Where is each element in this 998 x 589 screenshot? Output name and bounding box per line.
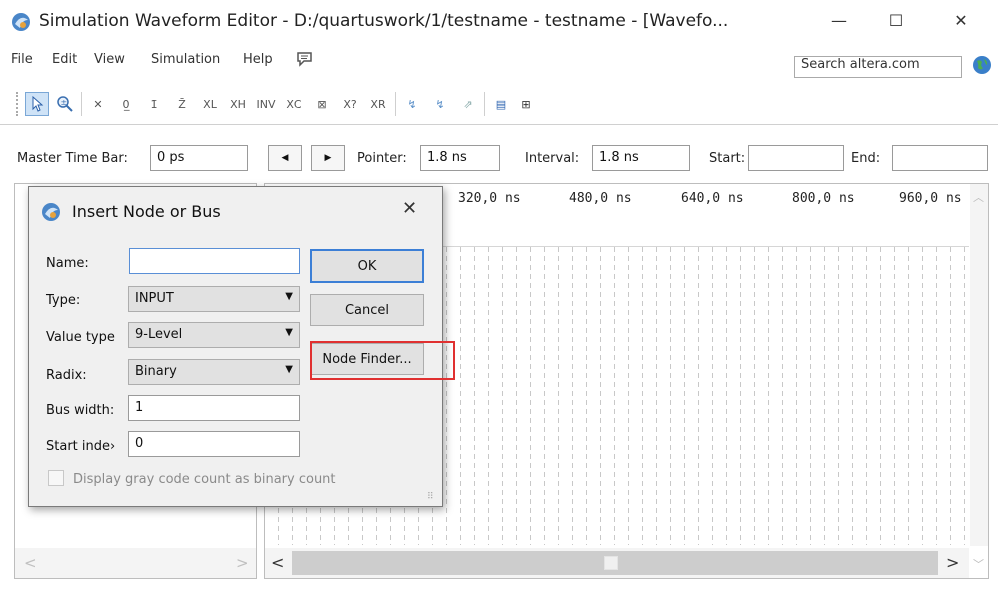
waveform-vscrollbar[interactable] <box>970 184 988 546</box>
high-impedance-icon[interactable]: Z̄ <box>170 92 194 116</box>
radix-select-value: Binary <box>135 364 177 379</box>
scroll-right-arrow-icon[interactable]: > <box>236 554 249 572</box>
chat-icon[interactable] <box>296 51 314 67</box>
pointer-field[interactable]: 1.8 ns <box>420 145 500 171</box>
menu-simulation[interactable]: Simulation <box>151 52 220 67</box>
window-title: Simulation Waveform Editor - D:/quartusw… <box>39 11 729 31</box>
zoom-tool-icon[interactable]: ± <box>53 92 77 116</box>
bus-width-label: Bus width: <box>46 403 115 418</box>
toolbar-separator <box>395 92 396 116</box>
pointer-label: Pointer: <box>357 151 407 166</box>
type-label: Type: <box>46 293 81 308</box>
count-value-icon[interactable]: ⅩC <box>282 92 306 116</box>
globe-icon[interactable] <box>971 54 993 76</box>
menu-view[interactable]: View <box>94 52 125 67</box>
toolbar-separator <box>484 92 485 116</box>
search-input[interactable]: Search altera.com <box>794 56 962 78</box>
node-list-hscrollbar[interactable] <box>15 548 256 578</box>
type-select[interactable]: INPUT ▼ <box>128 286 300 312</box>
arbitrary-value-icon[interactable]: Ⅹ? <box>338 92 362 116</box>
forcing-low-icon[interactable]: 0̲ <box>114 92 138 116</box>
time-tick: 640,0 ns <box>681 191 744 206</box>
menu-file[interactable]: File <box>11 52 33 67</box>
snap-to-grid-icon[interactable]: ▤ <box>489 92 513 116</box>
highlight-box <box>310 341 455 380</box>
gray-code-label: Display gray code count as binary count <box>73 472 336 487</box>
scroll-thumb-grip <box>604 556 618 570</box>
name-field[interactable] <box>129 248 300 274</box>
menu-help[interactable]: Help <box>243 52 273 67</box>
dialog-title: Insert Node or Bus <box>72 202 221 221</box>
menu-edit[interactable]: Edit <box>52 52 77 67</box>
time-tick: 320,0 ns <box>458 191 521 206</box>
clock-icon[interactable]: ⊠ <box>310 92 334 116</box>
master-time-bar-label: Master Time Bar: <box>17 151 128 166</box>
name-label: Name: <box>46 256 89 271</box>
gray-code-checkbox[interactable] <box>48 470 64 486</box>
scroll-right-arrow-icon[interactable]: > <box>946 553 959 572</box>
node-finder-icon[interactable]: ⊞ <box>514 92 538 116</box>
scroll-down-arrow-icon[interactable]: ﹀ <box>973 556 984 572</box>
end-field[interactable] <box>892 145 988 171</box>
invert-icon[interactable]: INV <box>254 92 278 116</box>
interval-label: Interval: <box>525 151 580 166</box>
value-type-select[interactable]: 9-Level ▼ <box>128 322 300 348</box>
run-functional-sim-icon[interactable]: ↯ <box>400 92 424 116</box>
random-value-icon[interactable]: ⅩR <box>366 92 390 116</box>
time-tick: 480,0 ns <box>569 191 632 206</box>
toolbar-separator <box>81 92 82 116</box>
value-type-select-value: 9-Level <box>135 327 183 342</box>
ok-button[interactable]: OK <box>310 249 424 283</box>
scroll-left-arrow-icon[interactable]: < <box>271 553 284 572</box>
start-index-label: Start inde› <box>46 439 116 454</box>
forcing-high-icon[interactable]: 1̄ <box>142 92 166 116</box>
bus-width-field[interactable]: 1 <box>128 395 300 421</box>
chevron-down-icon: ▼ <box>285 291 293 302</box>
pointer-tool-icon[interactable] <box>25 92 49 116</box>
minimize-button[interactable]: — <box>816 0 862 40</box>
toolbar-grip <box>16 92 22 116</box>
weak-high-icon[interactable]: ⅩH <box>226 92 250 116</box>
end-label: End: <box>851 151 881 166</box>
start-index-field[interactable]: 0 <box>128 431 300 457</box>
start-label: Start: <box>709 151 746 166</box>
previous-transition-button[interactable]: ◀ <box>268 145 302 171</box>
cancel-button[interactable]: Cancel <box>310 294 424 326</box>
svg-text:±: ± <box>61 98 68 107</box>
time-tick: 960,0 ns <box>899 191 962 206</box>
dialog-close-button[interactable]: ✕ <box>402 198 417 219</box>
resize-grip-icon: ⠿ <box>427 492 434 502</box>
chevron-down-icon: ▼ <box>285 364 293 375</box>
scroll-left-arrow-icon[interactable]: < <box>24 554 37 572</box>
close-button[interactable]: ✕ <box>938 0 984 40</box>
time-tick: 800,0 ns <box>792 191 855 206</box>
radix-select[interactable]: Binary ▼ <box>128 359 300 385</box>
quartus-app-icon <box>12 13 30 31</box>
start-field[interactable] <box>748 145 844 171</box>
interval-field[interactable]: 1.8 ns <box>592 145 690 171</box>
value-type-label: Value type <box>46 330 115 345</box>
quartus-app-icon <box>42 203 60 221</box>
run-timing-sim-icon[interactable]: ↯ <box>428 92 452 116</box>
type-select-value: INPUT <box>135 291 174 306</box>
scroll-up-arrow-icon[interactable]: ︿ <box>973 189 984 205</box>
master-time-bar-field[interactable]: 0 ps <box>150 145 248 171</box>
weak-low-icon[interactable]: ⅩL <box>198 92 222 116</box>
next-transition-button[interactable]: ▶ <box>311 145 345 171</box>
generate-netlist-icon[interactable]: ⇗ <box>456 92 480 116</box>
chevron-down-icon: ▼ <box>285 327 293 338</box>
radix-label: Radix: <box>46 368 87 383</box>
forcing-unknown-icon[interactable]: ✕ <box>86 92 110 116</box>
maximize-button[interactable]: ☐ <box>873 0 919 40</box>
